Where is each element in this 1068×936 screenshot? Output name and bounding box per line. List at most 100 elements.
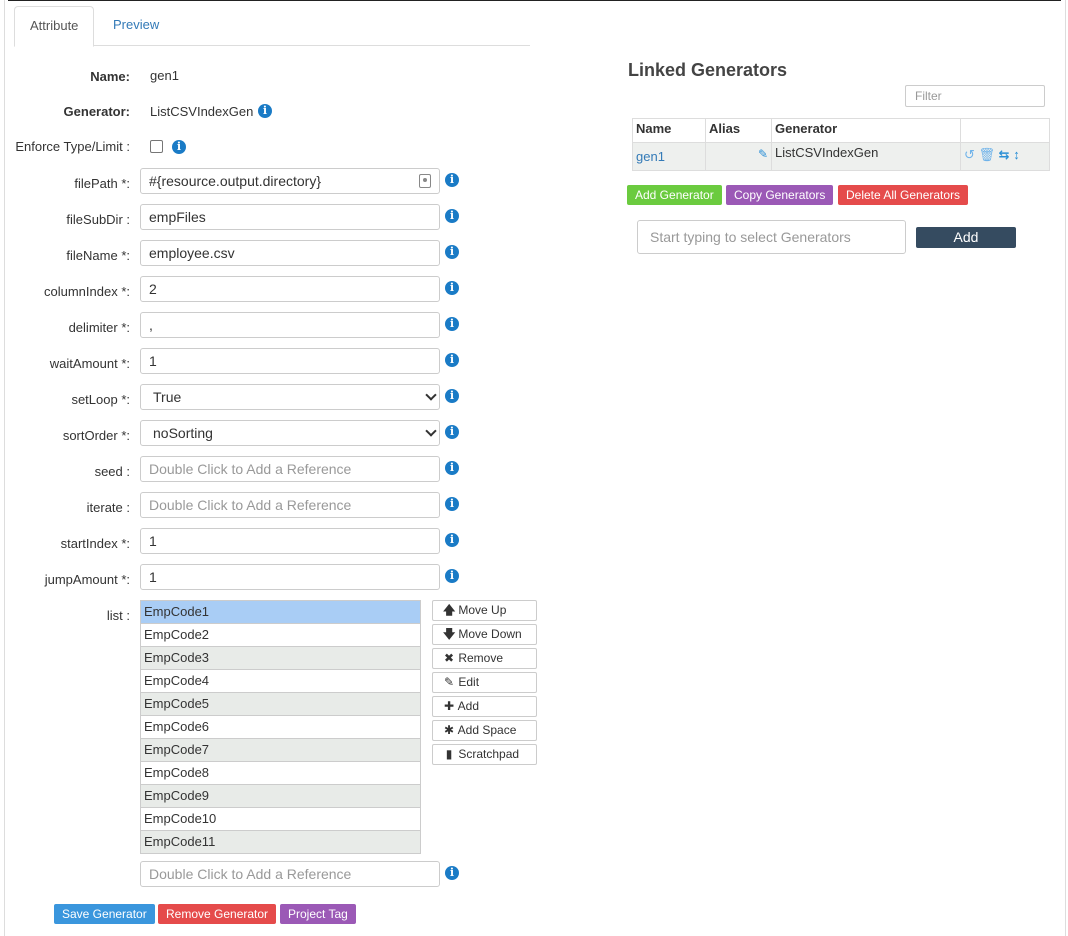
edit-button[interactable]: ✎ Edit	[432, 672, 537, 693]
add-space-button[interactable]: ✱ Add Space	[432, 720, 537, 741]
pencil-icon: ✎	[443, 675, 455, 689]
generator-type: ListCSVIndexGen	[775, 145, 879, 160]
info-icon[interactable]: i	[445, 245, 459, 259]
info-icon[interactable]: i	[445, 866, 459, 880]
save-generator-button[interactable]: Save Generator	[54, 904, 155, 924]
column-header-name: Name	[632, 118, 706, 143]
add-linked-generator-button[interactable]: Add	[916, 227, 1016, 248]
arrow-up-icon: 🡅	[443, 603, 456, 617]
info-icon[interactable]: i	[445, 533, 459, 547]
list-item[interactable]: EmpCode11	[141, 831, 420, 853]
iterate-input[interactable]: Double Click to Add a Reference	[140, 492, 440, 518]
delimiter-input[interactable]: ,	[140, 312, 440, 338]
filesubdir-input[interactable]: empFiles	[140, 204, 440, 230]
jumpamount-input[interactable]: 1	[140, 564, 440, 590]
remove-label: Remove	[458, 651, 504, 665]
project-tag-button[interactable]: Project Tag	[280, 904, 356, 924]
info-icon[interactable]: i	[445, 173, 459, 187]
copy-generators-button[interactable]: Copy Generators	[726, 185, 834, 205]
generator-name-link[interactable]: gen1	[636, 149, 665, 164]
swap-icon[interactable]: ⇆	[999, 147, 1010, 163]
seed-input[interactable]: Double Click to Add a Reference	[140, 456, 440, 482]
list-item[interactable]: EmpCode8	[141, 762, 420, 785]
file-icon: ▮	[445, 747, 453, 761]
info-icon[interactable]: i	[445, 425, 459, 439]
jumpamount-label: jumpAmount *:	[44, 572, 130, 587]
info-icon[interactable]: i	[445, 389, 459, 403]
list-item[interactable]: EmpCode7	[141, 739, 420, 762]
enforce-checkbox[interactable]	[150, 140, 163, 153]
startindex-input[interactable]: 1	[140, 528, 440, 554]
top-border	[8, 0, 1061, 1]
chevron-down-icon	[425, 425, 437, 437]
generator-value: ListCSVIndexGen	[150, 104, 254, 119]
info-icon[interactable]: i	[445, 281, 459, 295]
column-header-alias: Alias	[705, 118, 772, 143]
setloop-select[interactable]: True	[140, 384, 440, 410]
add-generator-button[interactable]: Add Generator	[627, 185, 722, 205]
list-item[interactable]: EmpCode9	[141, 785, 420, 808]
columnindex-input[interactable]: 2	[140, 276, 440, 302]
list-item[interactable]: EmpCode2	[141, 624, 420, 647]
waitamount-input[interactable]: 1	[140, 348, 440, 374]
asterisk-icon: ✱	[443, 723, 455, 737]
close-icon: ✖	[443, 651, 455, 665]
reference-icon[interactable]	[419, 174, 431, 188]
add-label: Add	[457, 699, 480, 713]
refresh-icon[interactable]: ↺	[964, 147, 975, 163]
filesubdir-label: fileSubDir :	[66, 212, 130, 227]
list-item[interactable]: EmpCode5	[141, 693, 420, 716]
startindex-label: startIndex *:	[60, 536, 130, 551]
info-icon[interactable]: i	[258, 104, 272, 118]
name-value: gen1	[150, 68, 179, 83]
chevron-down-icon	[425, 389, 437, 401]
tab-preview[interactable]: Preview	[98, 6, 174, 46]
linked-generators-table: Name Alias Generator gen1 ✎ ListCSVIndex…	[632, 118, 1050, 171]
table-row: gen1 ✎ ListCSVIndexGen ↺ 🗑 ⇆ ↕	[632, 142, 1050, 171]
trash-icon[interactable]: 🗑	[979, 147, 996, 163]
filter-input[interactable]: Filter	[905, 85, 1045, 107]
setloop-value: True	[153, 389, 182, 405]
scratchpad-button[interactable]: ▮ Scratchpad	[432, 744, 537, 765]
delete-all-generators-button[interactable]: Delete All Generators	[838, 185, 969, 205]
generator-label: Generator:	[63, 104, 130, 119]
add-button[interactable]: ✚ Add	[432, 696, 537, 717]
pencil-icon[interactable]: ✎	[758, 147, 768, 161]
remove-button[interactable]: ✖ Remove	[432, 648, 537, 669]
info-icon[interactable]: i	[445, 209, 459, 223]
sortorder-select[interactable]: noSorting	[140, 420, 440, 446]
move-down-button[interactable]: 🡇 Move Down	[432, 624, 537, 645]
move-up-button[interactable]: 🡅 Move Up	[432, 600, 537, 621]
info-icon[interactable]: i	[445, 569, 459, 583]
info-icon[interactable]: i	[445, 497, 459, 511]
tab-attribute[interactable]: Attribute	[14, 6, 95, 47]
list-item[interactable]: EmpCode4	[141, 670, 420, 693]
name-label: Name:	[90, 69, 130, 84]
move-down-label: Move Down	[458, 627, 522, 641]
list-box[interactable]: EmpCode1 EmpCode2 EmpCode3 EmpCode4 EmpC…	[140, 600, 421, 854]
generator-select-input[interactable]: Start typing to select Generators	[637, 220, 906, 254]
column-header-generator: Generator	[771, 118, 961, 143]
columnindex-label: columnIndex *:	[44, 284, 130, 299]
list-item[interactable]: EmpCode1	[141, 601, 420, 624]
column-header-actions	[960, 118, 1050, 143]
info-icon[interactable]: i	[445, 317, 459, 331]
info-icon[interactable]: i	[445, 353, 459, 367]
iterate-label: iterate :	[86, 500, 130, 515]
scratchpad-label: Scratchpad	[458, 747, 520, 761]
setloop-label: setLoop *:	[71, 392, 130, 407]
remove-generator-button[interactable]: Remove Generator	[158, 904, 277, 924]
vertical-arrows-icon[interactable]: ↕	[1013, 147, 1020, 162]
table-header-row: Name Alias Generator	[632, 118, 1050, 143]
info-icon[interactable]: i	[445, 461, 459, 475]
move-up-label: Move Up	[458, 603, 507, 617]
list-label: list :	[106, 608, 130, 623]
list-item[interactable]: EmpCode10	[141, 808, 420, 831]
list-reference-input[interactable]: Double Click to Add a Reference	[140, 861, 440, 887]
filename-input[interactable]: employee.csv	[140, 240, 440, 266]
filepath-input[interactable]: #{resource.output.directory}	[140, 168, 440, 194]
enforce-label: Enforce Type/Limit :	[15, 139, 130, 154]
list-item[interactable]: EmpCode6	[141, 716, 420, 739]
list-item[interactable]: EmpCode3	[141, 647, 420, 670]
info-icon[interactable]: i	[172, 140, 186, 154]
